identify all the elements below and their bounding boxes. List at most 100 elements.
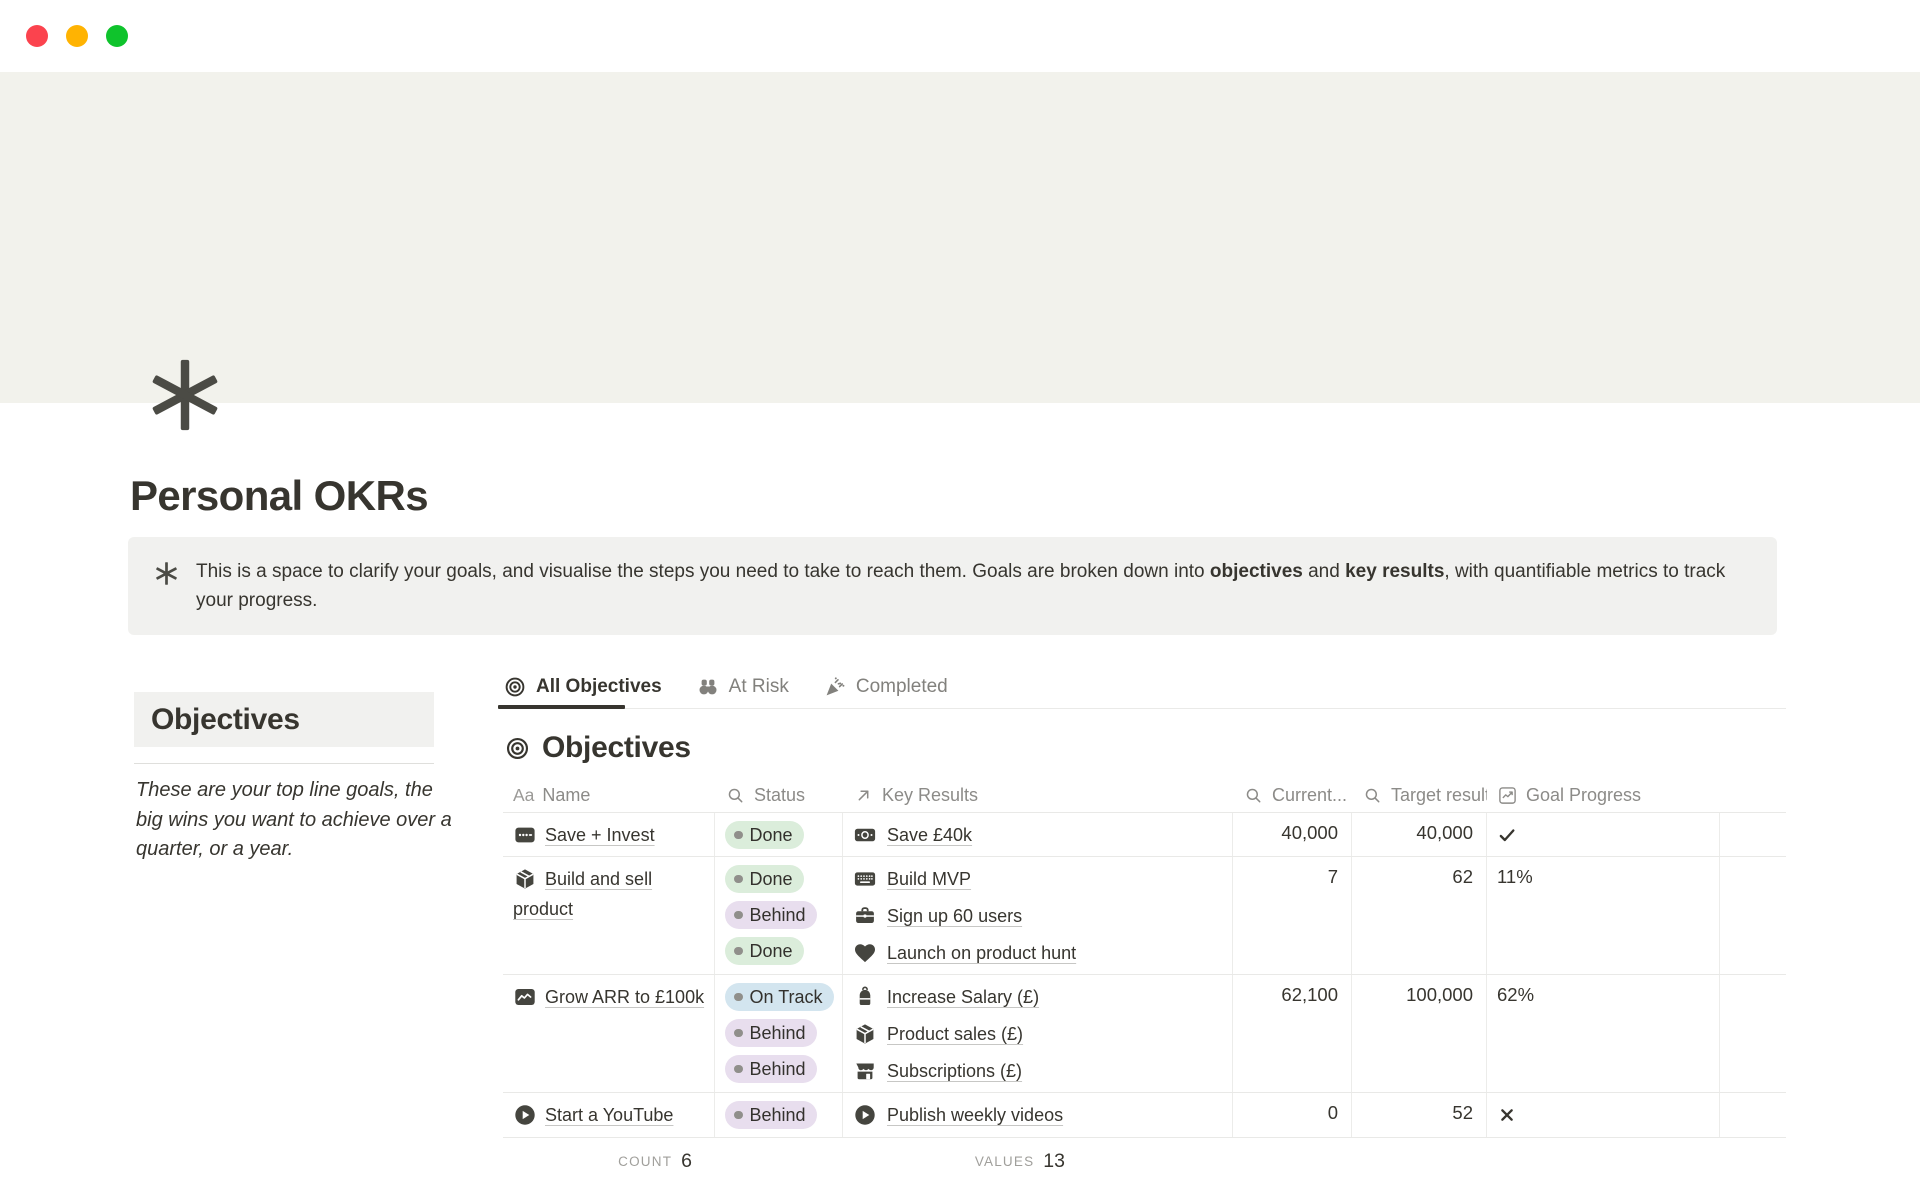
key-results-cell: Publish weekly videos: [843, 1093, 1233, 1137]
status-pill-done[interactable]: Done: [725, 865, 804, 893]
key-result-link[interactable]: Publish weekly videos: [853, 1100, 1226, 1130]
goal-progress-cell: 62%: [1487, 975, 1720, 1092]
target-result-cell[interactable]: 52: [1352, 1093, 1487, 1137]
arrow-up-right-icon: [853, 785, 874, 806]
key-result-label: Save £40k: [887, 820, 972, 850]
window-titlebar: [0, 0, 1920, 72]
status-dot-icon: [734, 875, 743, 884]
active-tab-underline: [498, 705, 625, 709]
column-header-goal-progress[interactable]: Goal Progress: [1487, 779, 1720, 812]
key-result-link[interactable]: Increase Salary (£): [853, 982, 1226, 1012]
objective-name-link[interactable]: Save + Invest: [545, 825, 655, 845]
target-result-cell[interactable]: 40,000: [1352, 813, 1487, 856]
status-pill-behind[interactable]: Behind: [725, 1055, 817, 1083]
key-results-cell: Increase Salary (£) Product sales (£) Subs…: [843, 975, 1233, 1092]
goal-progress-cell: [1487, 813, 1720, 856]
page-title: Personal OKRs: [130, 472, 428, 520]
status-pill-behind[interactable]: Behind: [725, 901, 817, 929]
notion-window: Personal OKRs This is a space to clarify…: [0, 0, 1920, 1200]
callout-text: This is a space to clarify your goals, a…: [196, 557, 1751, 615]
card-icon: [513, 823, 537, 847]
goal-progress-value: 11%: [1497, 866, 1533, 887]
banknote-icon: [853, 823, 877, 847]
status-label: Behind: [750, 1023, 806, 1044]
goal-progress-value: 62%: [1497, 984, 1534, 1005]
objective-name-link[interactable]: Grow ARR to £100k: [545, 987, 704, 1007]
key-result-label: Launch on product hunt: [887, 938, 1076, 968]
status-pill-done[interactable]: Done: [725, 821, 804, 849]
callout-text-part: and: [1303, 561, 1345, 582]
values-label: VALUES: [975, 1154, 1034, 1169]
column-header-label: Name: [542, 785, 590, 806]
key-result-link[interactable]: Build MVP: [853, 864, 1226, 894]
table-row: Build and sell product Done Behind Done Buil…: [503, 857, 1786, 975]
column-header-status[interactable]: Status: [715, 779, 843, 812]
sidebar-heading: Objectives: [134, 692, 434, 747]
key-result-link[interactable]: Save £40k: [853, 820, 1226, 850]
spacer-cell: [1720, 975, 1786, 1092]
status-dot-icon: [734, 1111, 743, 1120]
status-cell: Behind: [715, 1093, 843, 1137]
key-result-link[interactable]: Sign up 60 users: [853, 901, 1226, 931]
count-value: 6: [681, 1150, 692, 1173]
asterisk-icon: [146, 356, 224, 434]
column-header-target-result[interactable]: Target result: [1352, 779, 1487, 812]
objective-name-cell[interactable]: Save + Invest: [503, 813, 715, 856]
column-header-current[interactable]: Current...: [1233, 779, 1352, 812]
status-pill-behind[interactable]: Behind: [725, 1019, 817, 1047]
objective-name-cell[interactable]: Build and sell product: [503, 857, 715, 974]
table-row: Start a YouTube Behind Publish weekly vide…: [503, 1093, 1786, 1138]
key-result-link[interactable]: Subscriptions (£): [853, 1056, 1226, 1086]
status-label: Behind: [750, 1059, 806, 1080]
goal-progress-cell: 11%: [1487, 857, 1720, 974]
target-result-cell[interactable]: 100,000: [1352, 975, 1487, 1092]
target-result-cell[interactable]: 62: [1352, 857, 1487, 974]
status-label: On Track: [750, 987, 823, 1008]
spacer-cell: [1720, 1093, 1786, 1137]
window-maximize-button[interactable]: [106, 25, 128, 47]
objective-name-link[interactable]: Start a YouTube: [545, 1105, 673, 1125]
current-result-cell[interactable]: 62,100: [1233, 975, 1352, 1092]
objective-name-cell[interactable]: Grow ARR to £100k: [503, 975, 715, 1092]
table-title: Objectives: [504, 731, 691, 765]
key-result-link[interactable]: Launch on product hunt: [853, 938, 1226, 968]
column-header-label: Current...: [1272, 785, 1347, 806]
spacer-cell: [1720, 813, 1786, 856]
package-icon: [513, 867, 537, 891]
current-result-cell[interactable]: 0: [1233, 1093, 1352, 1137]
objective-name-cell[interactable]: Start a YouTube: [503, 1093, 715, 1137]
values-value: 13: [1043, 1150, 1065, 1173]
status-dot-icon: [734, 1029, 743, 1038]
status-pill-on-track[interactable]: On Track: [725, 983, 834, 1011]
status-dot-icon: [734, 831, 743, 840]
key-result-link[interactable]: Product sales (£): [853, 1019, 1226, 1049]
current-result-cell[interactable]: 40,000: [1233, 813, 1352, 856]
key-result-label: Publish weekly videos: [887, 1100, 1063, 1130]
footer-values-calculation[interactable]: VALUES 13: [975, 1150, 1065, 1173]
magnifier-icon: [1243, 785, 1264, 806]
window-close-button[interactable]: [26, 25, 48, 47]
tab-all-objectives[interactable]: All Objectives: [503, 675, 662, 699]
status-pill-behind[interactable]: Behind: [725, 1101, 817, 1129]
page-icon[interactable]: [146, 356, 224, 434]
count-label: COUNT: [618, 1154, 672, 1169]
current-result-cell[interactable]: 7: [1233, 857, 1352, 974]
window-minimize-button[interactable]: [66, 25, 88, 47]
magnifier-icon: [725, 785, 746, 806]
column-header-spacer: [1720, 779, 1786, 812]
status-pill-done[interactable]: Done: [725, 937, 804, 965]
callout-text-part: This is a space to clarify your goals, a…: [196, 561, 1210, 582]
view-tabs: All Objectives At Risk Completed: [503, 670, 948, 704]
key-result-label: Subscriptions (£): [887, 1056, 1022, 1086]
tab-completed[interactable]: Completed: [823, 675, 948, 699]
sidebar-description: These are your top line goals, the big w…: [136, 776, 458, 865]
party-popper-icon: [823, 675, 847, 699]
key-result-label: Increase Salary (£): [887, 982, 1039, 1012]
column-header-label: Status: [754, 785, 805, 806]
table-title-text: Objectives: [542, 731, 691, 765]
column-header-name[interactable]: AaName: [503, 779, 715, 812]
column-header-key-results[interactable]: Key Results: [843, 779, 1233, 812]
column-header-label: Target result: [1391, 785, 1487, 806]
footer-count-calculation[interactable]: COUNT 6: [618, 1150, 692, 1173]
tab-at-risk[interactable]: At Risk: [696, 675, 789, 699]
